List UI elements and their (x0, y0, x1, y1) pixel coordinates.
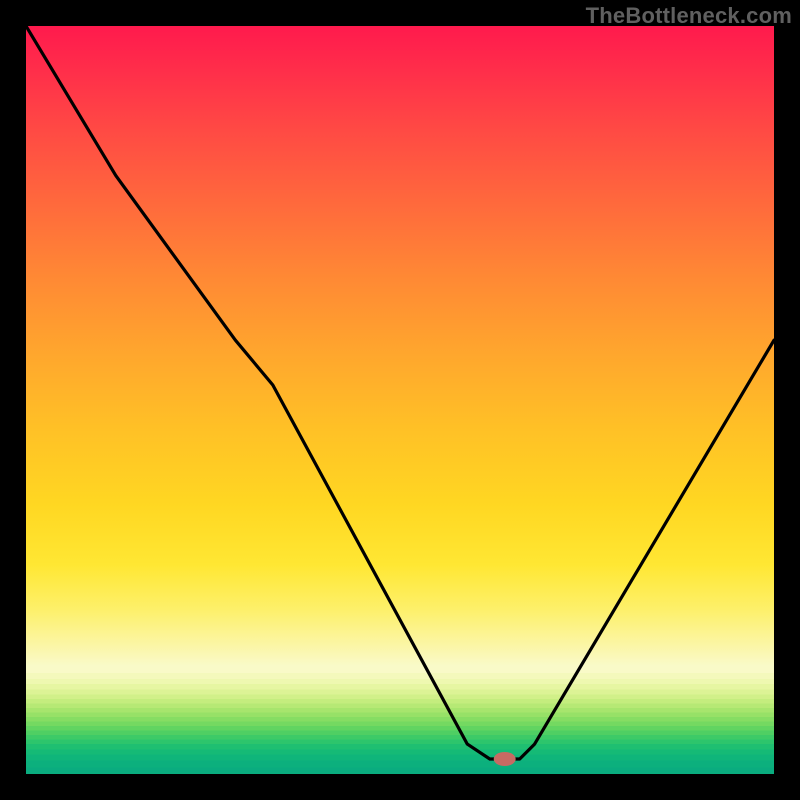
bottleneck-curve-path (26, 26, 774, 759)
watermark-text: TheBottleneck.com (586, 3, 792, 29)
bottleneck-marker (494, 752, 516, 766)
chart-overlay (26, 26, 774, 774)
plot-area (26, 26, 774, 774)
chart-frame: TheBottleneck.com (0, 0, 800, 800)
